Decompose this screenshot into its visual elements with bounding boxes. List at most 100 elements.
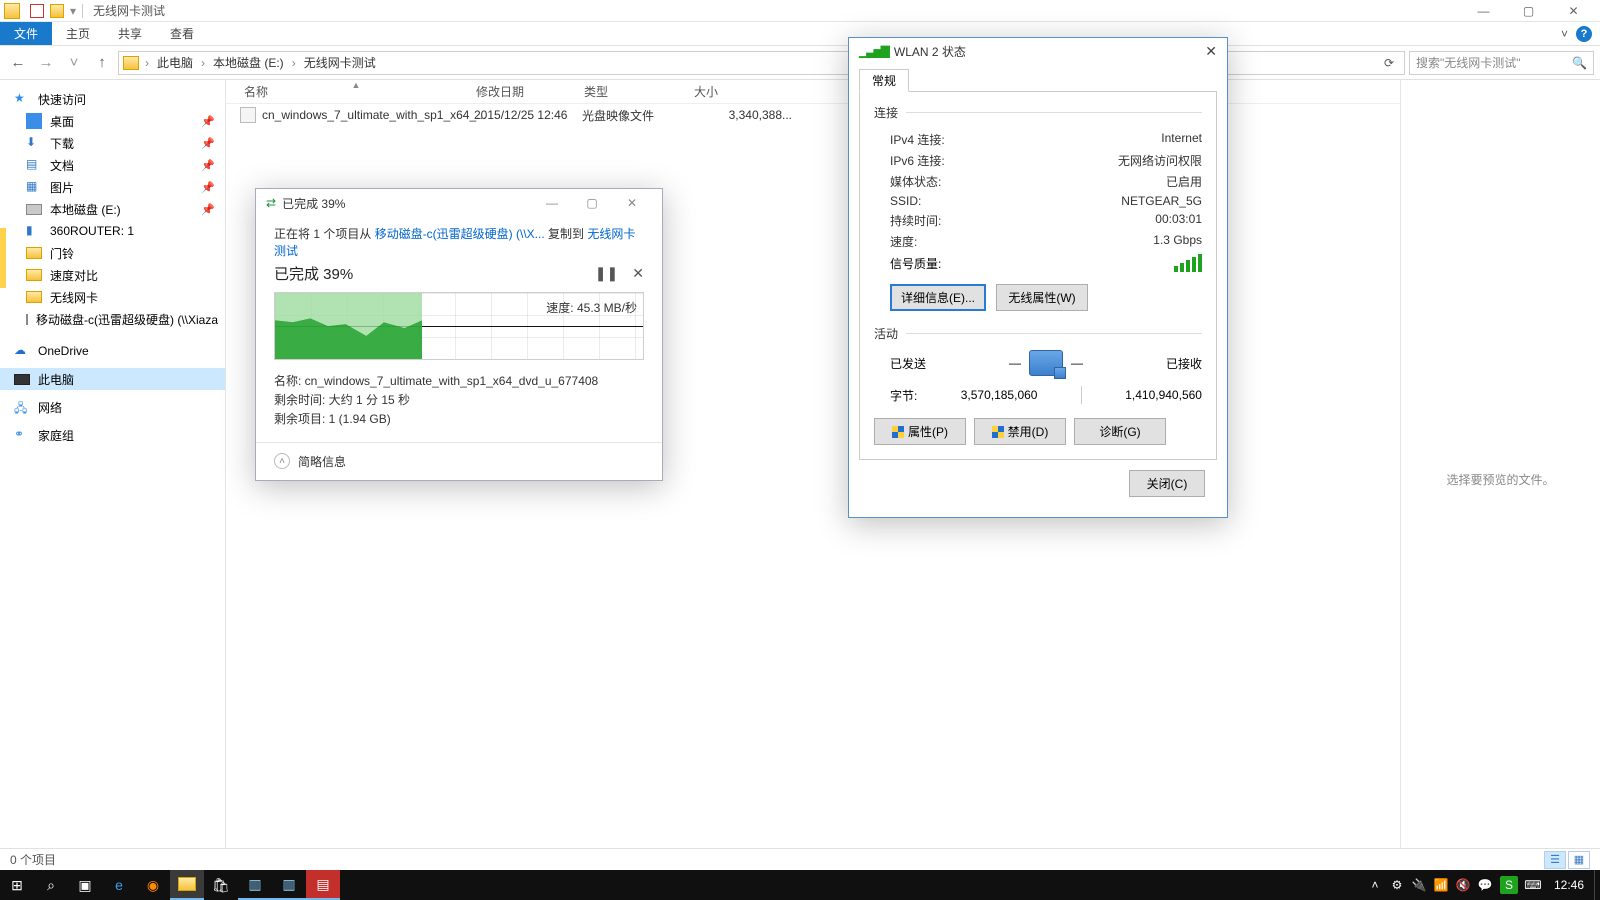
drive-icon	[26, 204, 42, 215]
taskbar-edge[interactable]: e	[102, 870, 136, 900]
properties-button[interactable]: 属性(P)	[874, 418, 966, 445]
tray-wifi-icon[interactable]: 📶	[1430, 870, 1452, 900]
ribbon-tab-view[interactable]: 查看	[156, 22, 208, 45]
sidebar-this-pc[interactable]: 此电脑	[0, 368, 225, 390]
less-details-link[interactable]: 简略信息	[298, 453, 346, 470]
sidebar-item[interactable]: 门铃	[0, 242, 225, 264]
diagnose-button[interactable]: 诊断(G)	[1074, 418, 1166, 445]
qat-item[interactable]	[30, 4, 44, 18]
sidebar-onedrive[interactable]: ☁OneDrive	[0, 340, 225, 362]
start-button[interactable]: ⊞	[0, 870, 34, 900]
col-type[interactable]: 类型	[580, 83, 690, 100]
wireless-properties-button[interactable]: 无线属性(W)	[996, 284, 1088, 311]
refresh-button[interactable]: ⟳	[1378, 56, 1400, 70]
sidebar-item[interactable]: ⬇下载📌	[0, 132, 225, 154]
nav-up-button[interactable]: ↑	[90, 51, 114, 75]
sidebar-item[interactable]: 速度对比	[0, 264, 225, 286]
ribbon-tab-home[interactable]: 主页	[52, 22, 104, 45]
sidebar-item[interactable]: ▤文档📌	[0, 154, 225, 176]
view-large-button[interactable]: ▦	[1568, 851, 1590, 869]
close-button[interactable]: ✕	[1205, 43, 1217, 60]
tray-ime-icon[interactable]: S	[1500, 876, 1518, 894]
progress-label: 已完成 39%	[274, 263, 353, 284]
ribbon-tab-share[interactable]: 共享	[104, 22, 156, 45]
qat-overflow[interactable]: ▾	[70, 4, 76, 18]
taskbar-explorer[interactable]	[170, 870, 204, 900]
sidebar-homegroup[interactable]: ⚭家庭组	[0, 424, 225, 446]
taskbar: ⊞ ⌕ ▣ e ◉ 🛍 ▥ ▥ ▤ ˄ ⚙ 🔌 📶 🔇 💬 S ⌨ 12:46	[0, 870, 1600, 900]
iso-icon	[240, 107, 256, 123]
maximize-button[interactable]: ▢	[1506, 1, 1551, 21]
sidebar-item[interactable]: 桌面📌	[0, 110, 225, 132]
taskbar-firefox[interactable]: ◉	[136, 870, 170, 900]
tray-notifications-icon[interactable]: 💬	[1474, 870, 1496, 900]
close-button[interactable]: ✕	[612, 196, 652, 210]
tray-overflow[interactable]: ˄	[1364, 870, 1386, 900]
breadcrumb-sep[interactable]: ›	[143, 56, 151, 70]
ribbon-file-tab[interactable]: 文件	[0, 22, 52, 45]
minimize-button[interactable]: —	[532, 196, 572, 210]
nav-back-button[interactable]: ←	[6, 51, 30, 75]
sidebar-quick-access[interactable]: ★快速访问	[0, 88, 225, 110]
show-desktop-button[interactable]	[1594, 870, 1600, 900]
details-button[interactable]: 详细信息(E)...	[890, 284, 986, 311]
minimize-button[interactable]: —	[1461, 1, 1506, 21]
col-date[interactable]: 修改日期	[472, 83, 580, 100]
tab-general[interactable]: 常规	[859, 69, 909, 92]
sidebar-item[interactable]: ▦图片📌	[0, 176, 225, 198]
drive-icon	[26, 314, 28, 325]
group-connection: 连接	[874, 104, 898, 121]
sidebar-item[interactable]: 本地磁盘 (E:)📌	[0, 198, 225, 220]
breadcrumb[interactable]: 此电脑	[155, 54, 195, 71]
activity-icon	[1029, 350, 1063, 376]
copy-footer[interactable]: ˄ 简略信息	[256, 442, 662, 480]
close-dialog-button[interactable]: 关闭(C)	[1129, 470, 1205, 497]
breadcrumb[interactable]: 本地磁盘 (E:)	[211, 54, 286, 71]
sidebar-network[interactable]: 🖧网络	[0, 396, 225, 418]
taskbar-app[interactable]: ▤	[306, 870, 340, 900]
status-bar: 0 个项目 ☰ ▦	[0, 848, 1600, 870]
tray-volume-icon[interactable]: 🔇	[1452, 870, 1474, 900]
help-icon[interactable]: ?	[1576, 26, 1592, 42]
disable-button[interactable]: 禁用(D)	[974, 418, 1066, 445]
breadcrumb-sep[interactable]: ›	[199, 56, 207, 70]
search-button[interactable]: ⌕	[34, 870, 68, 900]
task-view-button[interactable]: ▣	[68, 870, 102, 900]
taskbar-store[interactable]: 🛍	[204, 870, 238, 900]
close-button[interactable]: ✕	[1551, 1, 1596, 21]
search-placeholder: 搜索"无线网卡测试"	[1416, 54, 1521, 71]
tray-icon[interactable]: ⚙	[1386, 870, 1408, 900]
tray-icon[interactable]: ⌨	[1522, 870, 1544, 900]
pc-icon	[14, 374, 30, 385]
cancel-button[interactable]: ✕	[632, 265, 644, 282]
breadcrumb[interactable]: 无线网卡测试	[302, 54, 378, 71]
network-icon: 🖧	[14, 399, 30, 415]
search-icon: 🔍	[1572, 56, 1587, 70]
sidebar-item[interactable]: 移动磁盘-c(迅雷超级硬盘) (\\Xiaza	[0, 308, 225, 330]
file-type: 光盘映像文件	[582, 107, 692, 124]
ribbon-expand[interactable]: ˅	[1561, 27, 1568, 41]
tray-power-icon[interactable]: 🔌	[1408, 870, 1430, 900]
sidebar-item[interactable]: ▮360ROUTER: 1	[0, 220, 225, 242]
taskbar-app[interactable]: ▥	[272, 870, 306, 900]
taskbar-app[interactable]: ▥	[238, 870, 272, 900]
wlan-status-dialog: ▁▃▅▇ WLAN 2 状态 ✕ 常规 连接 IPv4 连接:Internet …	[848, 37, 1228, 518]
view-details-button[interactable]: ☰	[1544, 851, 1566, 869]
maximize-button[interactable]: ▢	[572, 196, 612, 210]
breadcrumb-sep[interactable]: ›	[290, 56, 298, 70]
dialog-titlebar[interactable]: ⇄ 已完成 39% — ▢ ✕	[256, 189, 662, 217]
nav-recent-button[interactable]: ˅	[62, 51, 86, 75]
qat-item[interactable]	[50, 4, 64, 18]
nav-forward-button[interactable]: →	[34, 51, 58, 75]
navigation-bar: ← → ˅ ↑ › 此电脑 › 本地磁盘 (E:) › 无线网卡测试 ⟳ 搜索"…	[0, 46, 1600, 80]
taskbar-clock[interactable]: 12:46	[1544, 878, 1594, 892]
dialog-titlebar[interactable]: ▁▃▅▇ WLAN 2 状态 ✕	[849, 38, 1227, 64]
col-size[interactable]: 大小	[690, 83, 790, 100]
folder-icon	[26, 291, 42, 303]
col-name[interactable]: ▲名称	[240, 83, 472, 100]
sidebar-item[interactable]: 无线网卡	[0, 286, 225, 308]
copy-source-link[interactable]: 移动磁盘-c(迅雷超级硬盘) (\\X...	[375, 227, 545, 241]
folder-icon	[4, 3, 20, 19]
search-input[interactable]: 搜索"无线网卡测试" 🔍	[1409, 51, 1594, 75]
pause-button[interactable]: ❚❚	[595, 265, 618, 282]
